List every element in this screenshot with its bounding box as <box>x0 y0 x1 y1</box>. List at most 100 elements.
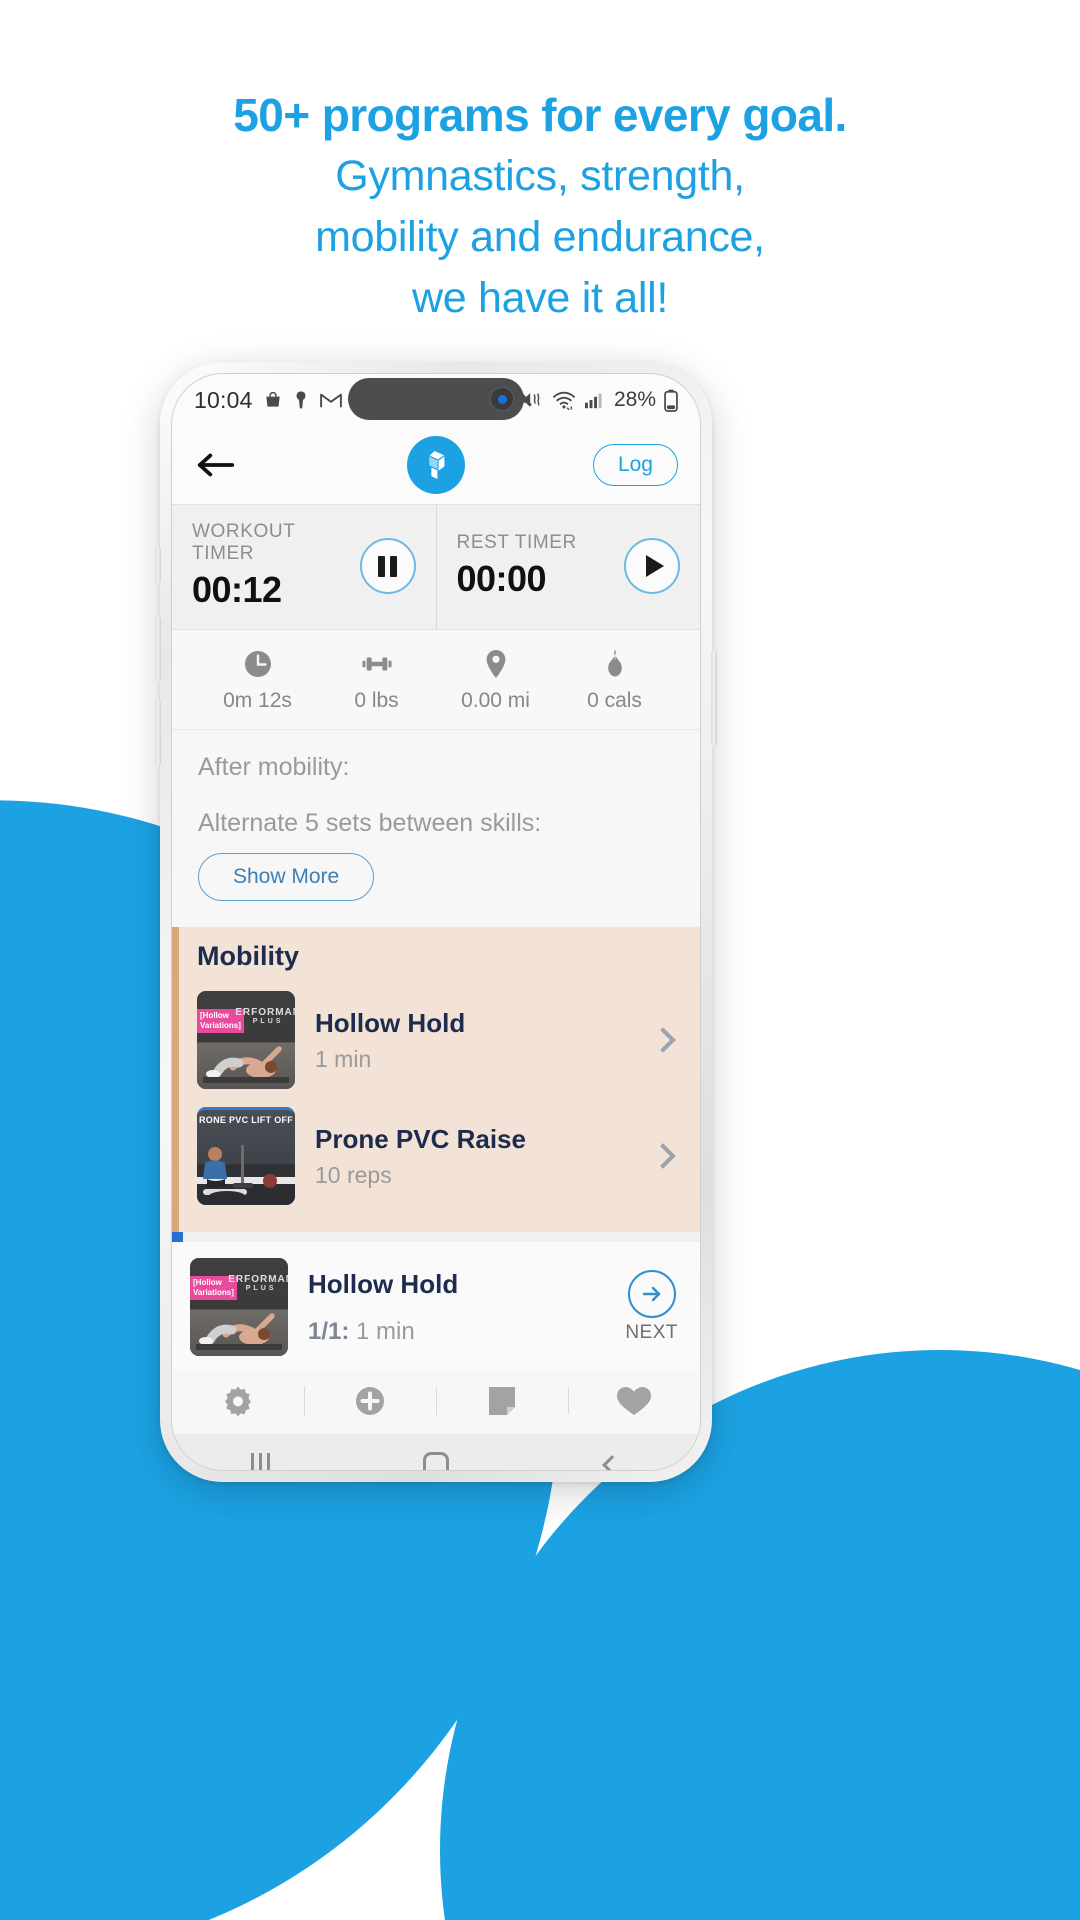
next-button-label: NEXT <box>625 1322 678 1343</box>
active-exercise-card[interactable]: [Hollow Variations] ERFORMAN PLUS Hollow H… <box>172 1242 700 1370</box>
phone-screen: 10:04 28% Log WORKOUT TIMER 00:12 REST T… <box>171 373 701 1471</box>
note-icon <box>489 1387 515 1415</box>
thumbnail-watermark: ERFORMAN PLUS <box>228 1274 288 1292</box>
workout-timer-pause-button[interactable] <box>359 538 416 594</box>
recents-icon <box>250 1453 270 1470</box>
marketing-headline: 50+ programs for every goal. Gymnastics,… <box>0 84 1080 329</box>
workout-timer-value: 00:12 <box>192 569 282 610</box>
rest-timer-value: 00:00 <box>456 558 547 599</box>
active-set-counter: 1/1: <box>308 1317 350 1345</box>
front-camera-icon <box>489 386 515 412</box>
workout-description: After mobility: Alternate 5 sets between… <box>172 730 700 927</box>
recents-button[interactable] <box>172 1453 348 1470</box>
screenshot-stage: 50+ programs for every goal. Gymnastics,… <box>0 0 1080 1920</box>
stat-duration-value: 0m 12s <box>223 689 292 712</box>
stat-calories-value: 0 cals <box>587 689 642 712</box>
exercise-name: Prone PVC Raise <box>315 1123 526 1154</box>
android-nav-bar <box>172 1434 700 1470</box>
rest-timer-play-button[interactable] <box>624 538 680 594</box>
chevron-right-icon[interactable] <box>650 1027 676 1053</box>
exercise-row[interactable]: [Hollow Variations] ERFORMAN PLUS Hollow… <box>197 982 678 1098</box>
stat-duration: 0m 12s <box>198 648 317 713</box>
description-line-2: Alternate 5 sets between skills: <box>198 808 542 837</box>
thumbnail-watermark: ERFORMAN PLUS <box>235 1007 295 1025</box>
exercise-thumbnail-hollow-hold[interactable]: [Hollow Variations] ERFORMAN PLUS <box>197 991 295 1089</box>
back-button[interactable] <box>194 443 238 487</box>
back-icon <box>602 1455 622 1470</box>
exercise-info: Hollow Hold 1 min <box>315 1008 634 1073</box>
workout-timer-label: WORKOUT TIMER <box>192 521 296 564</box>
status-bar: 10:04 28% <box>172 374 700 426</box>
back-arrow-icon <box>197 453 235 477</box>
headline-line-4: we have it all! <box>411 274 669 322</box>
exercise-info: Prone PVC Raise 10 reps <box>315 1124 634 1189</box>
exercise-meta: 1 min <box>315 1045 372 1072</box>
phone-mute-switch[interactable] <box>155 548 161 584</box>
settings-button[interactable] <box>172 1382 304 1420</box>
status-bar-clock: 10:04 <box>194 386 253 413</box>
key-icon <box>296 391 306 409</box>
notes-button[interactable] <box>436 1383 568 1419</box>
exercise-thumbnail-prone-pvc-raise[interactable]: RONE PVC LIFT OFF <box>197 1107 295 1205</box>
flame-icon <box>607 649 622 677</box>
pause-icon <box>378 555 397 577</box>
exercise-meta: 10 reps <box>315 1161 392 1188</box>
workout-timer: WORKOUT TIMER 00:12 <box>172 505 436 629</box>
headline-line-3: mobility and endurance, <box>315 213 765 261</box>
status-bar-right: 28% <box>520 388 678 412</box>
nav-back-button[interactable] <box>524 1455 700 1470</box>
active-set-detail: 1 min <box>349 1317 415 1345</box>
thumbnail-overlay-text: RONE PVC LIFT OFF <box>199 1115 294 1125</box>
add-button[interactable] <box>304 1382 436 1420</box>
workout-progress-bar <box>172 1232 700 1242</box>
stat-distance-value: 0.00 mi <box>461 689 530 712</box>
athlete-illustration <box>203 1046 289 1083</box>
active-exercise-info: Hollow Hold 1/1: 1 min <box>308 1269 605 1346</box>
performance-plus-logo-icon <box>429 451 445 479</box>
description-line-1: After mobility: <box>198 753 350 781</box>
arrow-right-circle-icon <box>627 1270 676 1318</box>
active-exercise-name: Hollow Hold <box>308 1268 459 1299</box>
stat-weight: 0 lbs <box>317 648 436 713</box>
dynamic-island <box>348 378 524 420</box>
wifi-icon <box>553 391 575 410</box>
headline-line-2: Gymnastics, strength, <box>335 152 745 200</box>
clock-icon <box>244 651 271 677</box>
phone-device-frame: 10:04 28% Log WORKOUT TIMER 00:12 REST T… <box>160 362 712 1482</box>
signal-icon <box>584 393 602 409</box>
phone-power-button[interactable] <box>711 650 717 746</box>
home-icon <box>423 1452 449 1470</box>
app-logo[interactable] <box>407 436 465 494</box>
next-button[interactable]: NEXT <box>625 1270 678 1344</box>
heart-icon <box>617 1387 651 1415</box>
chevron-right-icon[interactable] <box>650 1143 676 1169</box>
exercise-name: Hollow Hold <box>315 1007 466 1038</box>
exercise-row[interactable]: RONE PVC LIFT OFF Prone PVC Raise 10 rep… <box>197 1098 678 1214</box>
location-pin-icon <box>486 650 505 678</box>
stat-calories: 0 cals <box>555 648 674 713</box>
athlete-illustration <box>197 1145 295 1205</box>
phone-volume-down-button[interactable] <box>155 700 161 766</box>
status-bar-left: 10:04 <box>194 387 343 414</box>
favorite-button[interactable] <box>568 1384 700 1418</box>
bottom-toolbar <box>172 1370 700 1434</box>
home-button[interactable] <box>348 1452 524 1470</box>
rest-timer-label: REST TIMER <box>456 532 577 553</box>
active-exercise-sets: 1/1: 1 min <box>308 1318 605 1346</box>
dumbbell-icon <box>361 657 392 671</box>
stat-weight-value: 0 lbs <box>354 689 399 712</box>
show-more-button[interactable]: Show More <box>198 853 375 901</box>
play-icon <box>645 555 664 577</box>
app-header: Log <box>172 426 700 504</box>
headline-line-1: 50+ programs for every goal. <box>233 89 847 141</box>
stats-row: 0m 12s 0 lbs 0.00 mi 0 cals <box>172 630 700 730</box>
rest-timer: REST TIMER 00:00 <box>435 505 701 629</box>
phone-volume-up-button[interactable] <box>155 616 161 682</box>
active-exercise-thumbnail[interactable]: [Hollow Variations] ERFORMAN PLUS <box>190 1258 288 1356</box>
log-button[interactable]: Log <box>592 444 678 486</box>
timers-row: WORKOUT TIMER 00:12 REST TIMER 00:00 <box>172 504 700 630</box>
stat-distance: 0.00 mi <box>436 648 555 713</box>
battery-icon <box>664 389 678 412</box>
bag-icon <box>265 391 280 407</box>
mobility-section: Mobility [Hollow Variations] ERFORMAN PLUS <box>172 927 700 1232</box>
